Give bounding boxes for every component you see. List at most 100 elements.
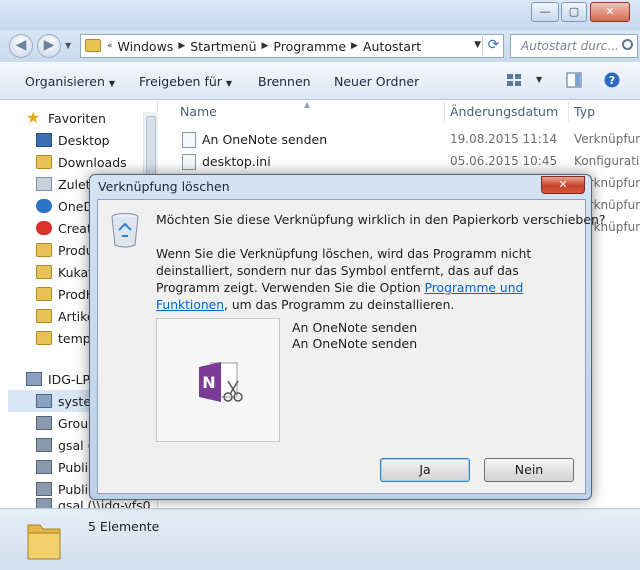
yes-button[interactable]: Ja <box>380 458 470 482</box>
sidebar-item-desktop[interactable]: Desktop <box>36 129 110 151</box>
onedrive-icon <box>36 199 52 213</box>
sidebar-item-computer[interactable]: IDG-LP <box>26 368 90 390</box>
folder-icon <box>85 39 101 52</box>
item-count: 5 Elemente <box>88 519 160 534</box>
sidebar-item-label: Creat <box>58 220 92 236</box>
sidebar-item-folder[interactable]: temp <box>36 327 91 349</box>
address-bar[interactable]: « Windows ▶ Startmenü ▶ Programme ▶ Auto… <box>80 34 504 58</box>
refresh-icon: ⟳ <box>487 37 500 53</box>
file-name: An OneNote senden <box>202 132 328 147</box>
folder-icon <box>36 309 52 323</box>
list-item[interactable]: An OneNote senden 19.08.2015 11:14 Verkn… <box>158 129 640 151</box>
search-placeholder: Autostart durc... <box>521 39 619 53</box>
share-label: Freigeben für <box>139 74 222 89</box>
shortcut-file-icon <box>182 132 196 148</box>
column-header-type[interactable]: Typ <box>574 100 595 124</box>
column-divider[interactable] <box>568 102 569 122</box>
sidebar-item-folder[interactable]: Kukat <box>36 261 93 283</box>
history-dropdown-icon[interactable]: ▼ <box>65 41 71 50</box>
folder-icon <box>36 331 52 345</box>
column-divider[interactable] <box>444 102 445 122</box>
scrollbar-thumb[interactable] <box>146 116 156 176</box>
sidebar-item-label: Desktop <box>58 132 110 148</box>
list-item[interactable]: desktop.ini 05.06.2015 10:45 Konfigurati… <box>158 151 640 173</box>
chevron-right-icon[interactable]: ▶ <box>260 41 271 51</box>
onenote-icon: N <box>199 362 243 402</box>
address-dropdown-icon[interactable]: ▼ <box>474 40 481 50</box>
sidebar-item-label: IDG-LP <box>48 371 91 387</box>
file-name: desktop.ini <box>202 154 271 169</box>
star-icon: ★ <box>26 108 41 127</box>
folder-icon <box>36 155 52 169</box>
forward-button[interactable]: ▶ <box>37 34 61 58</box>
sidebar-item-label: OneD <box>58 198 94 214</box>
shortcut-target: An OneNote senden <box>292 336 418 351</box>
sidebar-item-label: Publi <box>58 459 89 475</box>
share-button[interactable]: Freigeben für ▼ <box>139 74 232 89</box>
dialog-body: Möchten Sie diese Verknüpfung wirklich i… <box>97 199 606 494</box>
refresh-button[interactable]: ⟳ <box>482 34 504 58</box>
desktop-icon <box>36 133 52 147</box>
minimize-button[interactable]: — <box>531 2 559 22</box>
sidebar-item-label: Zulet <box>58 176 91 192</box>
folder-icon <box>36 287 52 301</box>
breadcrumb-item[interactable]: Autostart <box>360 39 424 54</box>
computer-icon <box>26 372 42 386</box>
sidebar-item-folder[interactable]: Produ <box>36 239 94 261</box>
sidebar-item-label: Kukat <box>58 264 94 280</box>
sidebar-item-network-drive[interactable]: gsal ( <box>36 434 92 456</box>
close-icon: ✕ <box>558 178 568 191</box>
command-bar: Organisieren ▼ Freigeben für ▼ Brennen Neu… <box>0 62 640 100</box>
description-text: , um das Programm zu deinstallieren. <box>224 298 455 312</box>
file-date: 05.06.2015 10:45 <box>450 154 558 168</box>
view-dropdown-icon[interactable]: ▼ <box>536 75 542 84</box>
breadcrumb-item[interactable]: Startmenü <box>187 39 259 54</box>
chevron-right-icon[interactable]: ▶ <box>349 41 360 51</box>
help-icon[interactable]: ? <box>604 72 620 88</box>
close-window-button[interactable]: ✕ <box>590 2 630 22</box>
breadcrumb-item[interactable]: Windows <box>115 39 177 54</box>
sidebar-item-label: Publi <box>58 481 89 497</box>
sidebar-item-downloads[interactable]: Downloads <box>36 151 127 173</box>
sidebar-item-network-drive[interactable]: Publi <box>36 456 88 478</box>
preview-pane-icon[interactable] <box>566 72 582 88</box>
sidebar-item-network-drive[interactable]: Group <box>36 412 96 434</box>
view-options-icon[interactable] <box>506 72 522 88</box>
column-header-name[interactable]: Name <box>180 100 217 124</box>
dialog-title: Verknüpfung löschen <box>98 179 230 194</box>
sidebar-item-folder[interactable]: Artike <box>36 305 95 327</box>
no-button[interactable]: Nein <box>484 458 574 482</box>
burn-button[interactable]: Brennen <box>258 74 311 89</box>
breadcrumb-item[interactable]: Programme <box>270 39 349 54</box>
sidebar-item-creative-cloud[interactable]: Creat <box>36 217 92 239</box>
chevron-right-icon[interactable]: ▶ <box>176 41 187 51</box>
file-type: Verknüpfung <box>574 132 640 146</box>
delete-shortcut-dialog: Verknüpfung löschen ✕ Möchten Sie diese … <box>89 174 606 500</box>
breadcrumb-overflow[interactable]: « <box>105 41 115 51</box>
sidebar-item-recent[interactable]: Zulet <box>36 173 91 195</box>
back-button[interactable]: ◀ <box>9 34 33 58</box>
shortcut-preview: N <box>156 318 280 442</box>
sidebar-item-favorites[interactable]: ★ Favoriten <box>26 107 106 129</box>
sidebar-item-folder[interactable]: ProdH <box>36 283 95 305</box>
maximize-button[interactable]: ▢ <box>561 2 587 22</box>
creative-cloud-icon <box>36 221 52 235</box>
organize-button[interactable]: Organisieren ▼ <box>25 74 115 89</box>
sidebar-item-label: gsal ( <box>58 437 93 453</box>
window-titlebar: — ▢ ✕ <box>0 0 640 30</box>
sidebar-item-label: temp <box>58 330 91 346</box>
new-folder-button[interactable]: Neuer Ordner <box>334 74 419 89</box>
search-input[interactable]: Autostart durc... <box>510 34 638 58</box>
breadcrumb: « Windows ▶ Startmenü ▶ Programme ▶ Auto… <box>105 35 424 57</box>
file-date: 19.08.2015 11:14 <box>450 132 558 146</box>
column-header-date[interactable]: Änderungsdatum <box>450 100 558 124</box>
organize-label: Organisieren <box>25 74 105 89</box>
dialog-description: Wenn Sie die Verknüpfung löschen, wird d… <box>156 246 582 314</box>
dialog-question: Möchten Sie diese Verknüpfung wirklich i… <box>156 212 606 227</box>
dialog-close-button[interactable]: ✕ <box>541 176 585 194</box>
file-type: Konfiguration <box>574 154 640 168</box>
svg-text:N: N <box>202 373 215 392</box>
sidebar-item-network-drive[interactable]: Publi <box>36 478 88 500</box>
sidebar-item-label: Downloads <box>58 154 127 170</box>
sidebar-item-onedrive[interactable]: OneD <box>36 195 93 217</box>
